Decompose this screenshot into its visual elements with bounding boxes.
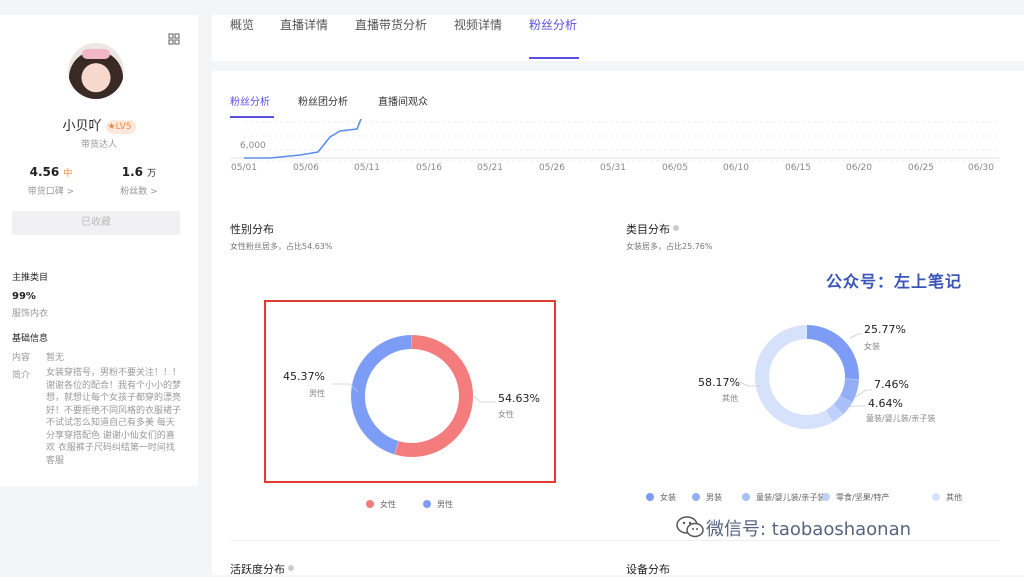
male-label: 男性 — [309, 389, 325, 398]
tab-live-details[interactable]: 直播详情 — [280, 16, 328, 33]
x-tick: 05/11 — [354, 163, 380, 173]
legend-dot — [742, 493, 750, 501]
legend-female[interactable]: 女性 — [366, 499, 396, 510]
category-subtitle: 女装居多，占比25.76% — [626, 242, 713, 251]
watermark-official: 公众号：左上笔记 — [826, 272, 963, 291]
legend-label: 零食/坚果/特产 — [836, 493, 890, 502]
subtab-live-audience[interactable]: 直播间观众 — [378, 93, 428, 108]
x-tick: 05/31 — [600, 163, 626, 173]
main-tabbar — [212, 15, 1024, 61]
content-key: 内容 — [12, 353, 31, 363]
watermark-wechat: 微信号: taobaoshaonan — [706, 519, 912, 540]
category-title: 类目分布 — [626, 221, 679, 237]
category-pct-men: 7.46% — [874, 378, 909, 391]
x-tick: 05/01 — [231, 163, 257, 173]
legend-dot — [932, 493, 940, 501]
category-pct-other: 58.17% — [698, 376, 740, 389]
basic-info-title: 基础信息 — [12, 334, 49, 344]
x-tick: 06/30 — [968, 163, 994, 173]
category-label-other: 其他 — [722, 394, 738, 403]
subtab-fan-club[interactable]: 粉丝团分析 — [298, 93, 348, 108]
legend-item[interactable]: 女装 — [646, 492, 676, 503]
x-tick: 06/10 — [723, 163, 749, 173]
bio-text: 女装穿搭号，男粉不要关注！！！谢谢各位的配合！我有个小小的梦想，就想让每个女孩子… — [46, 368, 182, 466]
legend-dot — [366, 500, 374, 508]
help-icon[interactable] — [288, 565, 294, 571]
tab-overview[interactable]: 概览 — [230, 16, 254, 33]
section-divider — [230, 540, 1000, 541]
legend-dot — [692, 493, 700, 501]
collected-button[interactable]: 已收藏 — [12, 211, 180, 235]
legend-item[interactable]: 零食/坚果/特产 — [822, 492, 889, 503]
legend-label: 女装 — [660, 493, 676, 502]
category-label-women: 女装 — [864, 342, 880, 351]
legend-label: 其他 — [946, 493, 962, 502]
category-pct-women: 25.77% — [864, 323, 906, 336]
legend-dot — [822, 493, 830, 501]
x-tick: 06/25 — [908, 163, 934, 173]
x-tick: 05/26 — [539, 163, 565, 173]
avatar — [68, 43, 124, 99]
x-tick: 06/20 — [846, 163, 872, 173]
wechat-icon — [676, 516, 704, 538]
profile-name: 小贝吖 — [62, 119, 102, 134]
tab-live-sales[interactable]: 直播带货分析 — [355, 16, 427, 33]
tab-fans-analysis[interactable]: 粉丝分析 — [529, 16, 577, 33]
main-category-name: 服饰内衣 — [12, 309, 49, 319]
legend-dot — [423, 500, 431, 508]
category-pct-kids: 4.64% — [868, 397, 903, 410]
level-badge: ★LV5 — [105, 120, 136, 134]
qrcode-icon[interactable] — [168, 33, 180, 45]
main-category-pct: 99% — [12, 291, 36, 302]
legend-item[interactable]: 童装/婴儿装/亲子装 — [742, 492, 825, 503]
x-tick: 05/06 — [293, 163, 319, 173]
x-tick: 06/05 — [662, 163, 688, 173]
female-label: 女性 — [498, 410, 514, 419]
legend-male[interactable]: 男性 — [423, 499, 453, 510]
active-tab-indicator — [529, 57, 579, 59]
female-pct: 54.63% — [498, 392, 540, 405]
legend-item[interactable]: 男装 — [692, 492, 722, 503]
gender-title: 性别分布 — [230, 223, 274, 236]
help-icon[interactable] — [673, 225, 679, 231]
x-tick: 05/21 — [477, 163, 503, 173]
bio-key: 简介 — [12, 371, 31, 381]
male-pct: 45.37% — [283, 370, 325, 383]
legend-item[interactable]: 其他 — [932, 492, 962, 503]
gender-subtitle: 女性粉丝居多，占比54.63% — [230, 242, 333, 251]
main-category-title: 主推类目 — [12, 273, 49, 283]
profile-role: 带货达人 — [80, 140, 117, 150]
tab-video-details[interactable]: 视频详情 — [454, 16, 502, 33]
content-value: 暂无 — [46, 353, 65, 363]
x-tick: 06/15 — [785, 163, 811, 173]
x-tick: 05/16 — [416, 163, 442, 173]
star-icon: ★ — [107, 122, 116, 132]
category-label-kids: 童装/婴儿装/亲子装 — [866, 414, 936, 423]
legend-label: 男装 — [706, 493, 722, 502]
trend-y-label: 6,000 — [240, 141, 266, 151]
stat-followers[interactable]: 1.6 万 粉丝数 > — [94, 165, 184, 197]
subtab-fans-analysis[interactable]: 粉丝分析 — [230, 93, 270, 108]
stat-reputation[interactable]: 4.56 中 带货口碑 > — [6, 165, 96, 197]
legend-dot — [646, 493, 654, 501]
legend-label: 童装/婴儿装/亲子装 — [756, 493, 826, 502]
